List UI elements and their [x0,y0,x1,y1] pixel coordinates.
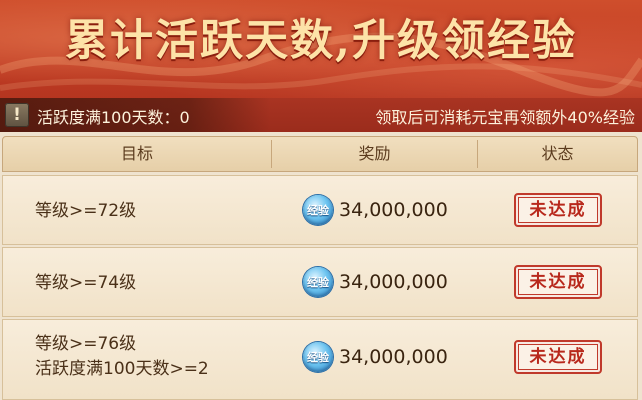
exp-icon: 经验 [303,267,333,297]
goal-text: 等级>=72级 [35,201,137,221]
header-status: 状态 [541,144,574,163]
header-goal: 目标 [120,144,153,163]
banner-title: 累计活跃天数,升级领经验 [65,16,577,66]
table-row: 等级>=76级 活跃度满100天数>=2 经验 34,000,000 未达成 [2,319,638,400]
reward-amount: 34,000,000 [339,271,448,293]
active-days-label: 活跃度满100天数：0 [37,108,190,127]
status-stamp: 未达成 [514,265,602,299]
exp-icon: 经验 [303,195,333,225]
reward-amount: 34,000,000 [339,199,448,221]
table-header: 目标 奖励 状态 [2,136,638,172]
header-reward: 奖励 [358,144,391,163]
goal-text: 活跃度满100天数>=2 [35,359,209,379]
reward-cell: 经验 34,000,000 [303,176,448,244]
table-row: 等级>=72级 经验 34,000,000 未达成 [2,175,638,245]
reward-amount: 34,000,000 [339,346,448,368]
reward-cell: 经验 34,000,000 [303,320,448,394]
status-stamp: 未达成 [514,193,602,227]
status-stamp: 未达成 [514,340,602,374]
goal-text: 等级>=76级 [35,334,137,354]
reward-cell: 经验 34,000,000 [303,248,448,316]
banner: 累计活跃天数,升级领经验 [0,0,642,98]
info-bar-left: ! 活跃度满100天数：0 [0,98,270,132]
exp-icon: 经验 [303,342,333,372]
table-row: 等级>=74级 经验 34,000,000 未达成 [2,247,638,317]
reward-table: 目标 奖励 状态 等级>=72级 经验 34,000,000 未达成 等级>=7… [2,136,638,400]
goal-text: 等级>=74级 [35,273,137,293]
exclamation-icon: ! [5,103,29,127]
bonus-note: 领取后可消耗元宝再领额外40%经验 [375,108,635,127]
info-bar: ! 活跃度满100天数：0 领取后可消耗元宝再领额外40%经验 [0,98,642,132]
